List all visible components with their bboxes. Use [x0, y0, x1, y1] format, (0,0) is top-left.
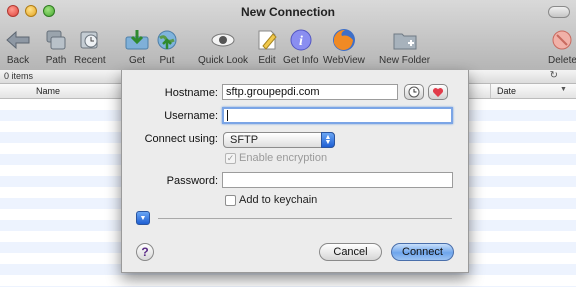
get-info-button[interactable]: i Get Info: [283, 22, 319, 66]
add-to-keychain-checkbox[interactable]: [225, 195, 236, 206]
connect-using-label: Connect using:: [144, 133, 218, 145]
hostname-field[interactable]: sftp.groupepdi.com: [222, 84, 398, 100]
new-connection-sheet: Hostname: sftp.groupepdi.com Username: C…: [121, 70, 469, 273]
password-field[interactable]: [222, 172, 453, 188]
quick-look-button[interactable]: Quick Look: [198, 22, 248, 66]
get-info-label: Get Info: [283, 55, 319, 66]
new-folder-icon: [391, 27, 419, 53]
path-label: Path: [45, 55, 67, 66]
edit-label: Edit: [258, 55, 276, 66]
delete-button[interactable]: Delete: [548, 22, 576, 66]
get-button[interactable]: Get: [123, 22, 151, 66]
edit-button[interactable]: Edit: [253, 22, 281, 66]
toolbar-toggle-button[interactable]: [548, 6, 570, 18]
clock-icon: [408, 86, 420, 98]
enable-encryption-label: Enable encryption: [239, 152, 328, 164]
back-arrow-icon: [4, 27, 32, 53]
back-label: Back: [6, 55, 30, 66]
cancel-button[interactable]: Cancel: [319, 243, 382, 261]
hostname-label: Hostname:: [164, 87, 218, 99]
info-icon: i: [287, 27, 315, 53]
recent-button[interactable]: Recent: [74, 22, 106, 66]
webview-button[interactable]: WebView: [323, 22, 365, 66]
put-label: Put: [159, 55, 175, 66]
enable-encryption-checkbox[interactable]: ✓: [225, 153, 236, 164]
sort-arrow-icon[interactable]: ▼: [560, 86, 567, 93]
upload-globe-icon: [153, 27, 181, 53]
back-button[interactable]: Back: [4, 22, 32, 66]
help-button[interactable]: ?: [136, 243, 154, 261]
protocol-value: SFTP: [230, 134, 259, 146]
disclosure-triangle-button[interactable]: ▼: [136, 211, 150, 225]
title-bar: New Connection Back Path Recent Get Put …: [0, 0, 576, 71]
text-caret: [227, 109, 228, 121]
column-divider: [490, 84, 491, 98]
favorites-button[interactable]: [428, 84, 448, 100]
protocol-popup[interactable]: SFTP ▲ ▼: [223, 132, 335, 148]
app-window: New Connection Back Path Recent Get Put …: [0, 0, 576, 287]
popup-arrows-icon: ▲ ▼: [321, 132, 335, 148]
add-to-keychain-label: Add to keychain: [239, 194, 318, 206]
delete-label: Delete: [548, 55, 576, 66]
window-title: New Connection: [240, 5, 335, 19]
delete-stop-icon: [548, 27, 576, 53]
heart-icon: [432, 87, 444, 97]
firefox-globe-icon: [330, 27, 358, 53]
edit-pencil-icon: [253, 27, 281, 53]
new-folder-label: New Folder: [379, 55, 431, 66]
webview-label: WebView: [323, 55, 365, 66]
column-date[interactable]: Date: [497, 86, 516, 96]
download-icon: [123, 27, 151, 53]
put-button[interactable]: Put: [153, 22, 181, 66]
connect-button[interactable]: Connect: [391, 243, 454, 261]
svg-text:i: i: [299, 34, 303, 49]
items-count: 0 items: [4, 71, 34, 81]
username-field[interactable]: [222, 107, 453, 124]
quick-look-label: Quick Look: [198, 55, 249, 66]
username-label: Username:: [164, 110, 218, 122]
new-folder-button[interactable]: New Folder: [379, 22, 430, 66]
recent-clock-icon: [76, 27, 104, 53]
column-name[interactable]: Name: [36, 86, 60, 96]
path-icon: [42, 27, 70, 53]
eye-icon: [209, 27, 237, 53]
path-button[interactable]: Path: [42, 22, 70, 66]
recent-label: Recent: [74, 55, 106, 66]
history-button[interactable]: [404, 84, 424, 100]
password-label: Password:: [166, 175, 218, 187]
refresh-icon[interactable]: ↻: [550, 70, 558, 81]
options-divider: [158, 218, 452, 219]
get-label: Get: [128, 55, 146, 66]
